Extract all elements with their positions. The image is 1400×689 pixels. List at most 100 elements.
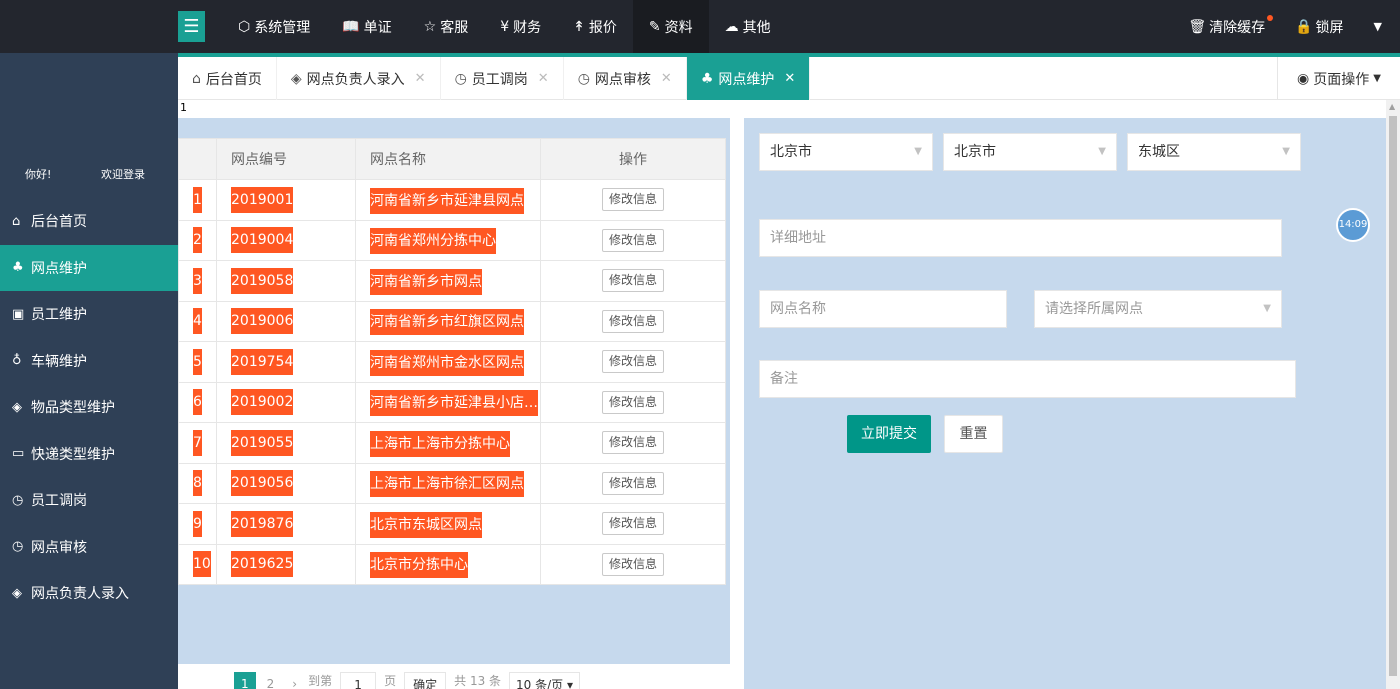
- clear-cache-button[interactable]: 🗑 清除缓存: [1188, 14, 1274, 37]
- row-actions: 修改信息: [540, 219, 726, 261]
- edit-info-button[interactable]: 修改信息: [601, 552, 664, 576]
- branch-code: 2019004: [216, 219, 356, 261]
- edit-info-button[interactable]: 修改信息: [601, 228, 664, 252]
- page-operations-button[interactable]: ◉ 页面操作 ▼: [1277, 57, 1400, 100]
- topnav-item-quote[interactable]: ↟ 报价: [557, 0, 633, 53]
- pager-prev-icon[interactable]: [216, 672, 230, 689]
- close-icon[interactable]: ✕: [415, 71, 426, 86]
- row-actions: 修改信息: [540, 260, 726, 302]
- hamburger-icon[interactable]: ☰: [178, 11, 205, 42]
- lock-screen-button[interactable]: 🔒 锁屏: [1295, 17, 1343, 37]
- edit-info-button[interactable]: 修改信息: [601, 309, 664, 333]
- branch-name: 河南省郑州市金水区网点: [355, 341, 541, 383]
- province-select[interactable]: 北京市 ▼: [759, 133, 933, 171]
- target-icon: ◉: [1297, 70, 1310, 87]
- scroll-up-icon[interactable]: ▲: [1389, 102, 1395, 111]
- branch-table: 网点编号 网点名称 操作 1 2019001 河南省新乡市延津县网点 修改信息 2 201…: [178, 138, 726, 585]
- pin-icon: ↟: [573, 18, 585, 35]
- edit-info-button[interactable]: 修改信息: [601, 431, 664, 455]
- row-actions: 修改信息: [540, 381, 726, 423]
- reset-button[interactable]: 重置: [944, 415, 1003, 453]
- topnav-item-documents[interactable]: 📖 单证: [326, 0, 407, 53]
- sidebar-item-staff-transfer[interactable]: ◷ 员工调岗: [0, 477, 178, 524]
- district-select[interactable]: 东城区 ▼: [1127, 133, 1301, 171]
- code-icon: ◈: [12, 399, 22, 415]
- topnav-item-service[interactable]: ☆ 客服: [408, 0, 485, 53]
- row-actions: 修改信息: [540, 341, 726, 383]
- branch-code: 2019625: [216, 543, 356, 585]
- tab-staff-transfer[interactable]: ◷ 员工调岗 ✕: [441, 57, 564, 100]
- sidebar-item-vehicle-maintenance[interactable]: ♁ 车辆维护: [0, 338, 178, 385]
- page-scrollbar[interactable]: ▲: [1386, 100, 1400, 689]
- pager-confirm-button[interactable]: 确定: [404, 672, 447, 689]
- logo-area: [0, 0, 178, 53]
- user-dropdown-caret-icon[interactable]: ▼: [1374, 20, 1382, 33]
- sidebar-item-staff-maintenance[interactable]: ▣ 员工维护: [0, 291, 178, 338]
- branch-name: 河南省郑州分拣中心: [355, 219, 541, 261]
- chevron-down-icon: ▼: [1263, 303, 1271, 314]
- tab-manager-entry[interactable]: ◈ 网点负责人录入 ✕: [277, 57, 441, 100]
- branch-name: 上海市上海市分拣中心: [355, 422, 541, 464]
- topnav-item-data[interactable]: ✎ 资料: [632, 0, 709, 53]
- close-icon[interactable]: ✕: [784, 71, 795, 86]
- scrollbar-thumb[interactable]: [1389, 116, 1397, 676]
- sidebar-item-branch-review[interactable]: ◷ 网点审核: [0, 524, 178, 571]
- table-row: 2 2019004 河南省郑州分拣中心 修改信息: [178, 219, 726, 261]
- branch-code: 2019002: [216, 381, 356, 423]
- table-row: 5 2019754 河南省郑州市金水区网点 修改信息: [178, 341, 726, 383]
- topnav-item-finance[interactable]: ¥ 财务: [484, 0, 557, 53]
- code-header: 网点编号: [216, 138, 356, 180]
- chevron-right-icon[interactable]: ›: [285, 672, 304, 689]
- sidebar-item-home[interactable]: ⌂ 后台首页: [0, 198, 178, 245]
- city-select[interactable]: 北京市 ▼: [943, 133, 1117, 171]
- edit-info-button[interactable]: 修改信息: [601, 188, 664, 212]
- submit-button[interactable]: 立即提交: [847, 415, 931, 453]
- row-index: 10: [178, 543, 217, 585]
- top-bar: ☰ ⬡ 系统管理 📖 单证 ☆ 客服 ¥ 财务 ↟ 报价 ✎ 资料 ☁ 其他 🗑 清除缓存 🔒 锁…: [0, 0, 1400, 53]
- branch-name-input[interactable]: 网点名称: [759, 290, 1007, 328]
- row-actions: 修改信息: [540, 422, 726, 464]
- tab-branch-review[interactable]: ◷ 网点审核 ✕: [564, 57, 687, 100]
- pager-page-unit: 页: [384, 674, 397, 688]
- pager-current-page[interactable]: 1: [234, 672, 256, 689]
- vehicle-icon: ♁: [12, 353, 22, 369]
- branch-list-panel: 网点编号 网点名称 操作 1 2019001 河南省新乡市延津县网点 修改信息 2 201…: [178, 118, 730, 689]
- edit-info-button[interactable]: 修改信息: [601, 512, 664, 536]
- yen-icon: ¥: [500, 18, 510, 35]
- table-row: 4 2019006 河南省新乡市红旗区网点 修改信息: [178, 300, 726, 342]
- pager-size-select[interactable]: 10 条/页 ▾: [509, 672, 581, 689]
- trash-icon: 🗑: [1188, 18, 1207, 35]
- pager-page-input[interactable]: 1: [340, 672, 377, 689]
- sidebar-item-branch-maintenance[interactable]: ♣ 网点维护: [0, 244, 178, 291]
- branch-name: 河南省新乡市延津县小店…: [355, 381, 541, 423]
- home-icon: ⌂: [12, 213, 21, 229]
- tab-home[interactable]: ⌂ 后台首页: [178, 57, 277, 100]
- edit-info-button[interactable]: 修改信息: [601, 390, 664, 414]
- edit-info-button[interactable]: 修改信息: [601, 350, 664, 374]
- chevron-down-icon: ▼: [1098, 146, 1106, 157]
- row-index: 9: [178, 503, 217, 545]
- branch-code: 2019001: [216, 179, 356, 221]
- topnav-item-other[interactable]: ☁ 其他: [709, 0, 787, 53]
- branch-name: 北京市分拣中心: [355, 543, 541, 585]
- address-input[interactable]: 详细地址: [759, 219, 1282, 257]
- table-row: 6 2019002 河南省新乡市延津县小店… 修改信息: [178, 381, 726, 423]
- window-icon: ▭: [12, 446, 25, 462]
- sidebar-item-manager-entry[interactable]: ◈ 网点负责人录入: [0, 570, 178, 617]
- branch-form-panel: 北京市 ▼ 北京市 ▼ 东城区 ▼ 详细地址 网点名称 请选择所属网点 ▼ 备注 立即提…: [744, 118, 1386, 689]
- branch-code: 2019056: [216, 462, 356, 504]
- sidebar-item-express-type[interactable]: ▭ 快递类型维护: [0, 431, 178, 478]
- close-icon[interactable]: ✕: [538, 71, 549, 86]
- edit-info-button[interactable]: 修改信息: [601, 471, 664, 495]
- sidebar-item-item-type[interactable]: ◈ 物品类型维护: [0, 384, 178, 431]
- pager-page-2[interactable]: 2: [260, 672, 282, 689]
- row-index: 7: [178, 422, 217, 464]
- remark-input[interactable]: 备注: [759, 360, 1296, 398]
- close-icon[interactable]: ✕: [661, 71, 672, 86]
- topnav-item-system[interactable]: ⬡ 系统管理: [222, 0, 326, 53]
- tab-branch-maintenance[interactable]: ♣ 网点维护 ✕: [686, 57, 811, 100]
- pager-total: 共 13 条: [454, 674, 502, 688]
- edit-info-button[interactable]: 修改信息: [601, 269, 664, 293]
- parent-branch-select[interactable]: 请选择所属网点 ▼: [1034, 290, 1282, 328]
- branch-name: 北京市东城区网点: [355, 503, 541, 545]
